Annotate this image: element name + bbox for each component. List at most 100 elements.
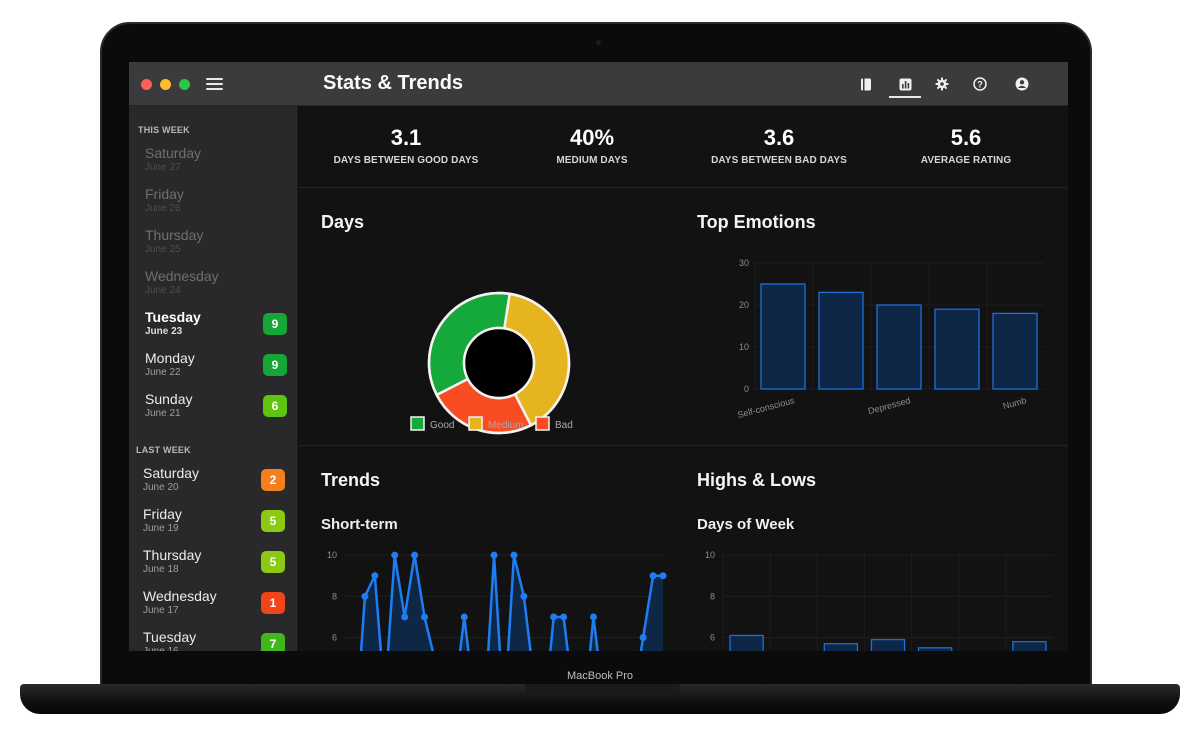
emotion-bar[interactable] xyxy=(876,304,922,390)
trend-point[interactable] xyxy=(520,592,528,600)
y-tick-label: 30 xyxy=(739,258,749,268)
legend-swatch-bad xyxy=(535,416,550,431)
legend-swatch-good xyxy=(410,416,425,431)
y-tick-label: 10 xyxy=(705,550,715,560)
trend-point[interactable] xyxy=(649,572,657,580)
highs-lows-panel-title: Highs & Lows xyxy=(697,470,817,490)
trend-point[interactable] xyxy=(659,572,667,580)
sidebar: THIS WEEK Saturday June 27 Friday June 26 Th… xyxy=(129,106,298,651)
app-window: Stats & Trends ? THIS WEEK Saturday June … xyxy=(129,62,1068,651)
trend-point[interactable] xyxy=(510,551,518,559)
day-date: June 24 xyxy=(145,285,181,296)
day-name: Tuesday xyxy=(145,309,201,325)
sidebar-day-item[interactable]: Sunday June 21 6 xyxy=(145,391,290,429)
trend-point[interactable] xyxy=(560,613,568,621)
sidebar-day-item[interactable]: Wednesday June 24 xyxy=(145,268,290,306)
sidebar-day-item[interactable]: Tuesday June 23 9 xyxy=(145,309,290,347)
section-divider xyxy=(299,445,1068,446)
day-name: Wednesday xyxy=(145,268,219,284)
trend-point[interactable] xyxy=(411,551,419,559)
sidebar-day-item[interactable]: Friday June 19 5 xyxy=(143,506,288,544)
day-name: Saturday xyxy=(145,145,202,161)
weekday-bar[interactable] xyxy=(1012,640,1047,651)
emotion-bar[interactable] xyxy=(818,291,864,390)
day-date: June 23 xyxy=(145,326,183,337)
trend-point[interactable] xyxy=(639,634,647,642)
legend-label-good: Good xyxy=(430,420,454,431)
legend-swatch-medium xyxy=(468,416,483,431)
trend-point[interactable] xyxy=(401,613,409,621)
day-date: June 19 xyxy=(143,523,179,534)
sidebar-day-item[interactable]: Wednesday June 17 1 xyxy=(143,588,288,626)
close-window-button[interactable] xyxy=(141,79,152,90)
day-date: June 21 xyxy=(145,408,181,419)
stat-value: 3.1 xyxy=(390,125,422,150)
stat-label: MEDIUM DAYS xyxy=(556,155,628,166)
account-icon[interactable] xyxy=(1012,74,1032,94)
rating-badge: 1 xyxy=(261,592,285,614)
day-date: June 27 xyxy=(145,162,181,173)
trend-point[interactable] xyxy=(391,551,399,559)
active-tab-indicator xyxy=(889,96,921,98)
stats-icon[interactable] xyxy=(895,74,915,94)
y-tick-label: 10 xyxy=(327,550,337,560)
stat-medium-days: 40% MEDIUM DAYS xyxy=(497,125,687,166)
sidebar-day-item[interactable]: Thursday June 25 xyxy=(145,227,290,265)
short-term-area-chart: 46810 xyxy=(327,550,667,651)
day-date: June 26 xyxy=(145,203,181,214)
x-tick-label: Self-conscious xyxy=(736,395,796,420)
sidebar-day-item[interactable]: Saturday June 27 xyxy=(145,145,290,183)
trend-point[interactable] xyxy=(361,592,369,600)
day-date: June 25 xyxy=(145,244,181,255)
stats-row: 3.1 DAYS BETWEEN GOOD DAYS 40% MEDIUM DA… xyxy=(299,106,1068,188)
y-tick-label: 10 xyxy=(739,342,749,352)
device-brand: MacBook Pro xyxy=(566,670,634,682)
emotion-bar[interactable] xyxy=(934,308,980,390)
stat-value: 40% xyxy=(569,125,615,150)
day-date: June 16 xyxy=(143,646,179,651)
y-tick-label: 6 xyxy=(332,633,337,643)
stat-value: 5.6 xyxy=(950,125,982,150)
y-tick-label: 20 xyxy=(739,300,749,310)
trend-point[interactable] xyxy=(421,613,428,621)
gear-icon[interactable] xyxy=(932,74,952,94)
stat-average-rating: 5.6 AVERAGE RATING xyxy=(871,125,1061,166)
y-tick-label: 0 xyxy=(744,384,749,394)
trend-point[interactable] xyxy=(490,551,498,559)
trend-point[interactable] xyxy=(371,572,379,580)
top-emotions-panel-title: Top Emotions xyxy=(697,212,816,232)
weekday-bar[interactable] xyxy=(823,643,859,651)
day-date: June 18 xyxy=(143,564,179,575)
weekday-bar[interactable] xyxy=(870,638,906,651)
rating-badge: 5 xyxy=(261,551,285,573)
title-bar: Stats & Trends ? xyxy=(129,62,1068,106)
journal-icon[interactable] xyxy=(856,74,876,94)
emotion-bar[interactable] xyxy=(760,283,806,390)
sidebar-day-item[interactable]: Friday June 26 xyxy=(145,186,290,224)
day-name: Wednesday xyxy=(143,588,217,604)
day-name: Thursday xyxy=(145,227,204,243)
x-tick-label: Numb xyxy=(1002,395,1028,411)
menu-icon[interactable] xyxy=(206,78,223,91)
page-title: Stats & Trends xyxy=(323,72,464,94)
help-icon[interactable]: ? xyxy=(970,74,990,94)
donut-hole xyxy=(462,326,536,400)
day-name: Sunday xyxy=(145,391,193,407)
weekday-bar[interactable] xyxy=(917,647,953,651)
trend-point[interactable] xyxy=(460,613,468,621)
emotion-bar[interactable] xyxy=(992,312,1038,390)
sidebar-day-item[interactable]: Saturday June 20 2 xyxy=(143,465,288,503)
day-name: Thursday xyxy=(143,547,202,563)
minimize-window-button[interactable] xyxy=(160,79,171,90)
zoom-window-button[interactable] xyxy=(179,79,190,90)
sidebar-day-item[interactable]: TuesdayJune 16 7 xyxy=(143,629,288,651)
sidebar-day-item[interactable]: Monday June 22 9 xyxy=(145,350,290,388)
weekday-bar[interactable] xyxy=(729,634,764,651)
stat-label: AVERAGE RATING xyxy=(920,155,1012,166)
trend-point[interactable] xyxy=(589,613,597,621)
rating-badge: 9 xyxy=(263,313,287,335)
x-tick-label: Depressed xyxy=(867,395,912,416)
sidebar-day-item[interactable]: Thursday June 18 5 xyxy=(143,547,288,585)
trend-point[interactable] xyxy=(550,613,558,621)
days-of-week-bar-chart: 46810 xyxy=(705,549,1053,651)
